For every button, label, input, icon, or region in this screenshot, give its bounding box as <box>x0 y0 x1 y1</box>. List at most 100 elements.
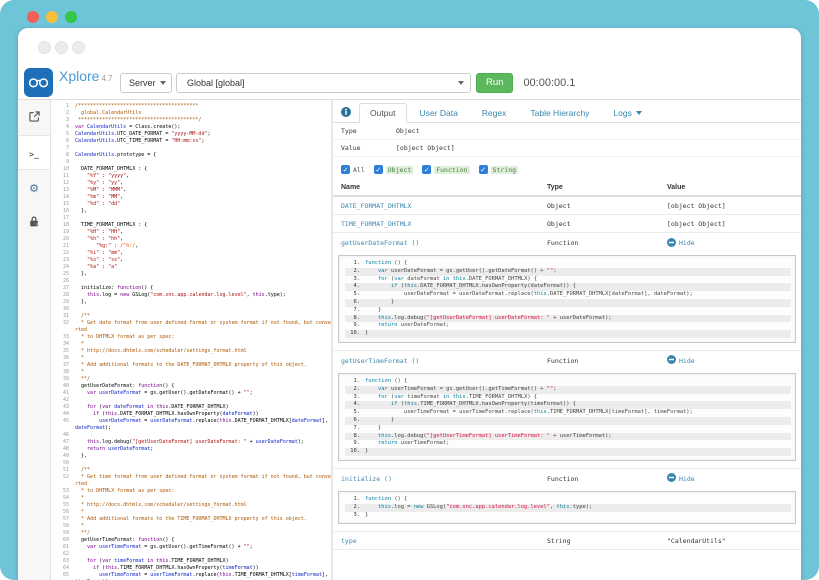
property-name-link[interactable]: initialize () <box>341 475 547 483</box>
editor-line: 8CalendarUtils.prototype = { <box>51 152 331 159</box>
line-number: 51 <box>51 467 75 474</box>
line-number: 37 <box>51 362 75 369</box>
cell-value: [object Object] <box>667 220 793 228</box>
line-number: 15 <box>51 201 75 208</box>
line-number: 39 <box>51 376 75 383</box>
cell-type: Function <box>547 239 667 247</box>
line-number: 55 <box>51 502 75 509</box>
editor-line: 12 "%y" : "yy", <box>51 180 331 187</box>
tab-user-data[interactable]: User Data <box>409 103 469 123</box>
editor-line: 19 "%H" : "HH", <box>51 229 331 236</box>
line-number: 18 <box>51 222 75 229</box>
editor-line: 41 var userDateFormat = gs.getUser().get… <box>51 390 331 397</box>
glasses-icon <box>24 68 53 97</box>
filter-all[interactable]: ✓All <box>341 165 365 174</box>
lock-icon <box>29 214 39 232</box>
editor-line: 4var CalendarUtils = Class.create(); <box>51 124 331 131</box>
property-name-link[interactable]: TIME_FORMAT_DHTMLX <box>341 220 547 228</box>
type-filters: ✓All ✓Object ✓Function ✓String <box>333 157 801 180</box>
tab-logs[interactable]: Logs <box>602 103 652 123</box>
result-value-value: [object Object] <box>396 144 793 152</box>
property-name-link[interactable]: type <box>341 537 547 545</box>
code-editor[interactable]: 1/**************************************… <box>51 100 333 580</box>
property-name-link[interactable]: getUserDateFormat () <box>341 239 547 247</box>
line-number: 35 <box>51 348 75 355</box>
editor-line: 51 /** <box>51 467 331 474</box>
execution-timer: 00:00:00.1 <box>523 77 575 89</box>
result-summary: Type Object Value [object Object] <box>333 123 801 157</box>
minus-circle-icon <box>667 355 676 366</box>
line-number: 29 <box>51 299 75 306</box>
checkbox-checked[interactable]: ✓ <box>374 165 383 174</box>
editor-line: 11 "%Y" : "yyyy", <box>51 173 331 180</box>
line-number: 27 <box>51 285 75 292</box>
result-value-label: Value <box>341 144 396 152</box>
cell-type: Object <box>547 220 667 228</box>
chevron-down-icon <box>458 81 464 85</box>
sidebar-item-lock[interactable] <box>18 205 50 240</box>
line-number: 56 <box>51 509 75 516</box>
line-number: 33 <box>51 334 75 341</box>
line-number: 60 <box>51 537 75 544</box>
line-number: 47 <box>51 439 75 446</box>
line-number: 59 <box>51 530 75 537</box>
editor-line: 60 getUserTimeFormat: function() { <box>51 537 331 544</box>
editor-line: 36 * <box>51 355 331 362</box>
editor-line: 44 if (this.DATE_FORMAT_DHTMLX.hasOwnPro… <box>51 411 331 418</box>
checkbox-checked[interactable]: ✓ <box>422 165 431 174</box>
output-panel: OutputUser DataRegexTable HierarchyLogs … <box>333 100 801 580</box>
minimize-window-button[interactable] <box>46 11 58 23</box>
result-type-value: Object <box>396 127 793 135</box>
filter-string[interactable]: ✓String <box>479 165 518 174</box>
editor-line: 2 global.CalendarUtils <box>51 110 331 117</box>
cell-type: Object <box>547 202 667 210</box>
zoom-window-button[interactable] <box>65 11 77 23</box>
hide-code-link[interactable]: Hide <box>667 473 793 484</box>
editor-line: 50 <box>51 460 331 467</box>
property-name-link[interactable]: getUserTimeFormat () <box>341 357 547 365</box>
run-button[interactable]: Run <box>476 73 513 93</box>
editor-line: 21 "%g:" : /^h:/, <box>51 243 331 250</box>
editor-line: 39 **/ <box>51 376 331 383</box>
line-number: 62 <box>51 551 75 558</box>
editor-line: 45 userDateFormat = userDateFormat.repla… <box>51 418 331 432</box>
filter-object[interactable]: ✓Object <box>374 165 413 174</box>
table-row: getUserTimeFormat ()FunctionHide1.functi… <box>333 351 801 469</box>
window-dot <box>55 41 68 54</box>
editor-line: 57 * Add additional formats to the TIME_… <box>51 516 331 523</box>
function-source-block: 1.function () {2. var userDateFormat = g… <box>338 255 796 343</box>
info-icon[interactable] <box>339 103 357 122</box>
editor-line: 49 }, <box>51 453 331 460</box>
panel-tabs: OutputUser DataRegexTable HierarchyLogs <box>333 100 801 123</box>
checkbox-checked[interactable]: ✓ <box>341 165 350 174</box>
desktop-background: Xplore 4.7 Server Global [global] Run 00… <box>0 0 819 580</box>
checkbox-checked[interactable]: ✓ <box>479 165 488 174</box>
tab-table-hierarchy[interactable]: Table Hierarchy <box>519 103 600 123</box>
line-number: 7 <box>51 145 75 152</box>
column-value: Value <box>667 184 793 191</box>
window-dot <box>38 41 51 54</box>
editor-line: 15 "%d" : "dd" <box>51 201 331 208</box>
sidebar-item-external-link[interactable] <box>18 100 50 135</box>
cell-type: Function <box>547 357 667 365</box>
editor-line: 55 * http://docs.dhtmlx.com/scheduler/se… <box>51 502 331 509</box>
editor-line: 58 * <box>51 523 331 530</box>
line-number: 8 <box>51 152 75 159</box>
tab-regex[interactable]: Regex <box>471 103 518 123</box>
close-window-button[interactable] <box>27 11 39 23</box>
line-number: 13 <box>51 187 75 194</box>
sidebar-item-gear[interactable]: ⚙ <box>18 170 50 205</box>
hide-code-link[interactable]: Hide <box>667 355 793 366</box>
line-number: 44 <box>51 411 75 418</box>
property-name-link[interactable]: DATE_FORMAT_DHTMLX <box>341 202 547 210</box>
tab-output[interactable]: Output <box>359 103 407 123</box>
result-value-row: Value [object Object] <box>333 140 801 157</box>
line-number: 36 <box>51 355 75 362</box>
output-table-body: DATE_FORMAT_DHTMLXObject[object Object]T… <box>333 197 801 550</box>
filter-function[interactable]: ✓Function <box>422 165 469 174</box>
scope-select[interactable]: Global [global] <box>176 73 471 93</box>
sidebar-item-terminal[interactable]: >_ <box>18 135 50 170</box>
hide-code-link[interactable]: Hide <box>667 238 793 249</box>
table-row: DATE_FORMAT_DHTMLXObject[object Object] <box>333 197 801 215</box>
server-dropdown[interactable]: Server <box>120 73 172 93</box>
